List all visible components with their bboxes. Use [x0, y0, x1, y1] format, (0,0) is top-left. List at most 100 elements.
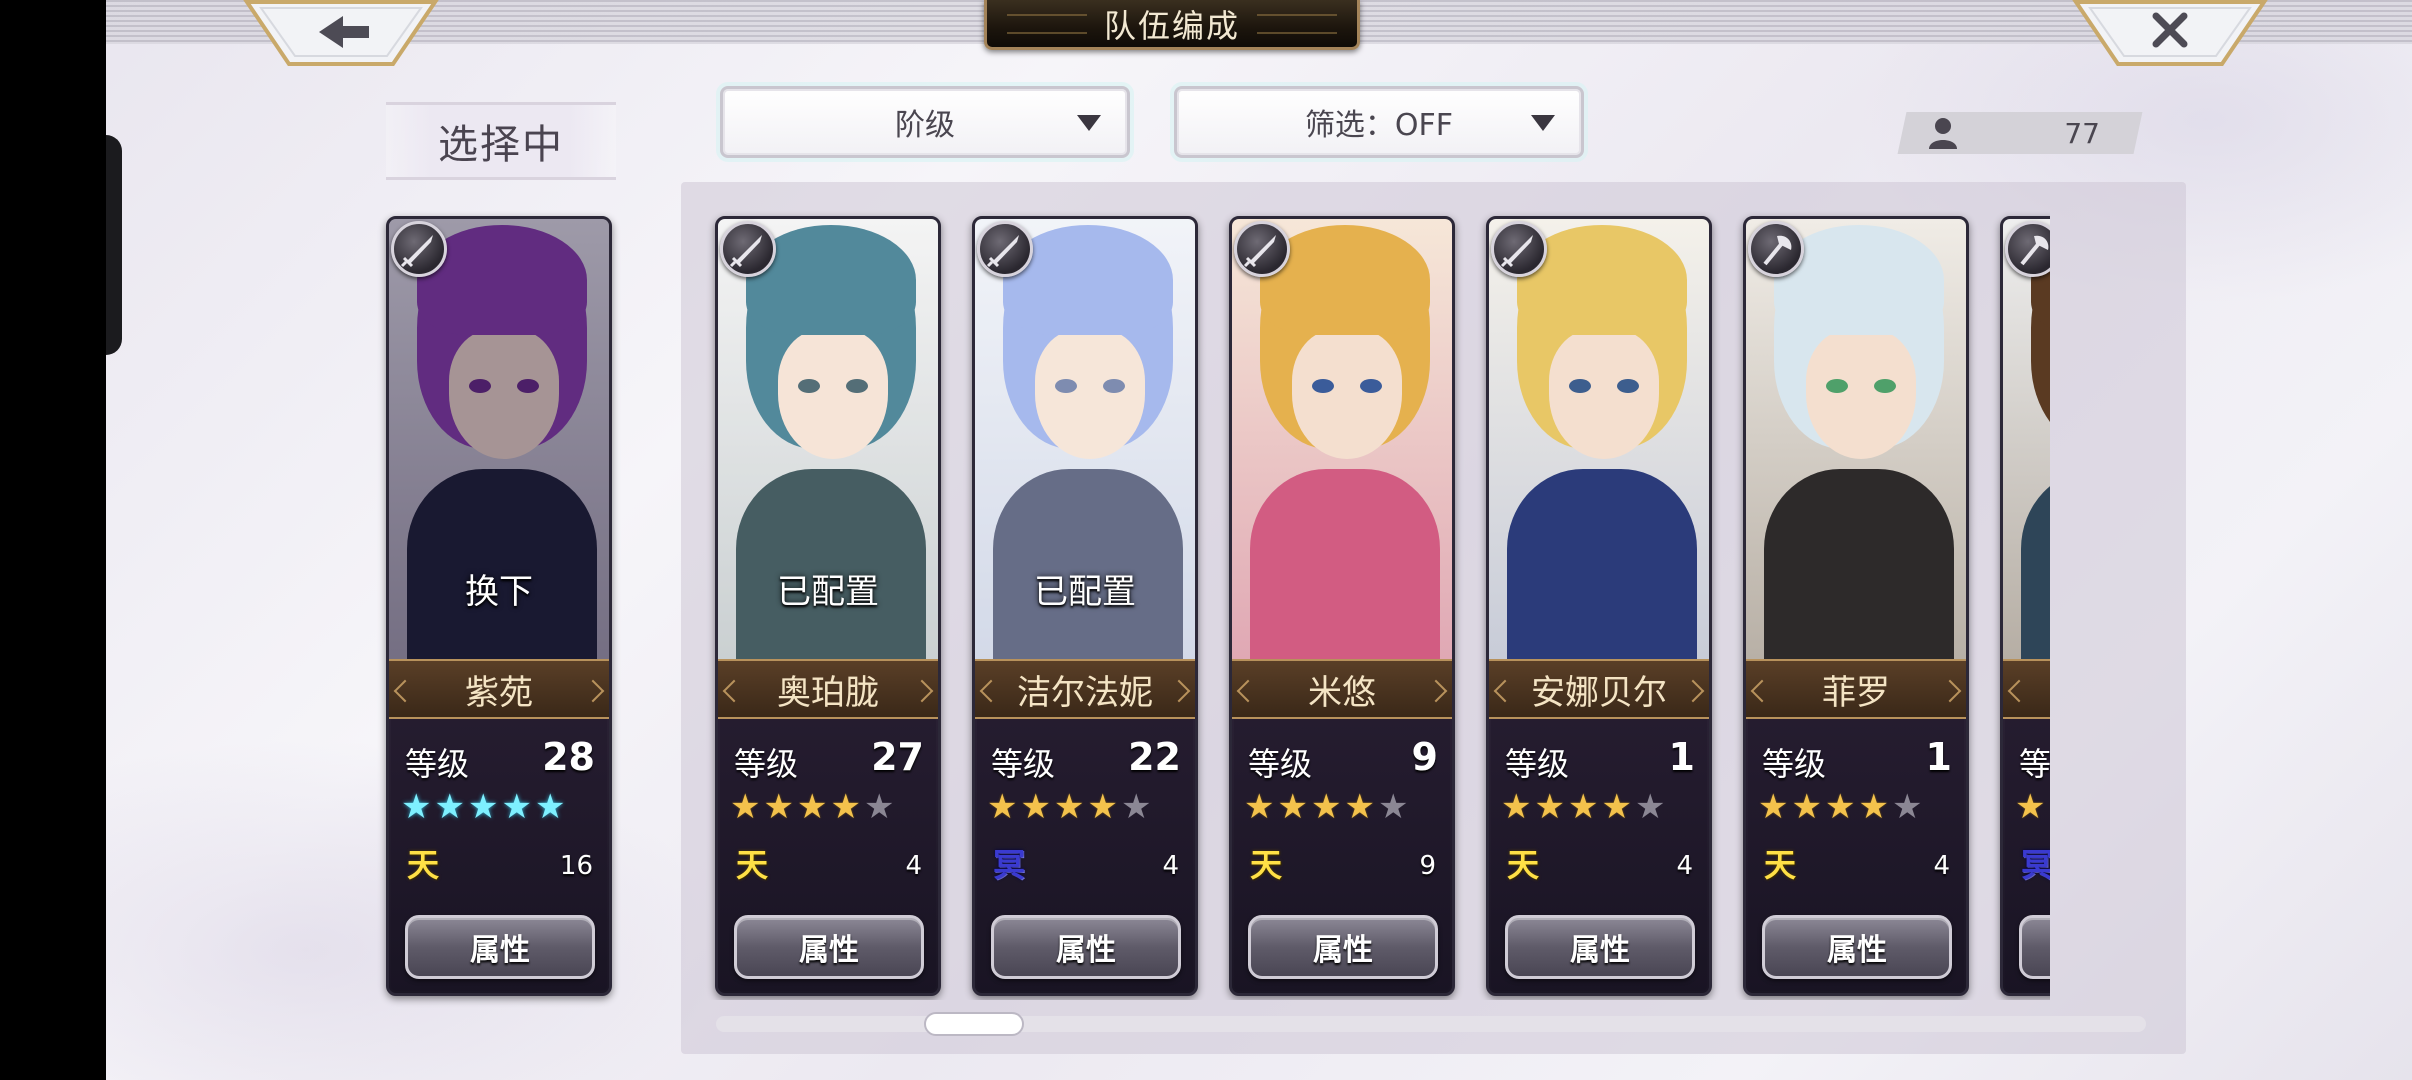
- star-icon: ★: [796, 787, 828, 827]
- level-label: 等级: [1505, 745, 1570, 783]
- star-icon: ★: [1601, 787, 1632, 827]
- character-name: 米悠: [1232, 659, 1452, 719]
- tier-badge: 天: [1249, 846, 1282, 884]
- star-icon: ★: [1310, 787, 1342, 827]
- title-plate: 队伍编成: [984, 0, 1360, 50]
- star-icon: ★: [1567, 787, 1599, 827]
- star-icon: ★: [1534, 787, 1565, 827]
- star-icon: ★: [1891, 787, 1923, 827]
- rarity-stars: ★★★★★: [987, 789, 1151, 825]
- attributes-button[interactable]: 属性: [991, 915, 1181, 979]
- selected-character-slot: 换下 紫苑 等级 28 ★ ★ ★ ★ ★ 天 16 属性: [386, 216, 616, 996]
- character-name: 紫苑: [389, 659, 609, 719]
- tier-count: 9: [1419, 851, 1436, 881]
- tier-count: 4: [905, 851, 922, 881]
- title-decoration: [1257, 14, 1337, 34]
- person-icon: [1929, 118, 1957, 149]
- character-stats: 等级 1 ★ ★ ★ ★ ★ 天 4 属性: [1489, 719, 1709, 993]
- character-portrait: [2003, 219, 2050, 669]
- star-icon: ★: [1020, 787, 1051, 827]
- star-icon: ★: [1824, 787, 1856, 827]
- tier-count: 4: [1162, 851, 1179, 881]
- character-portrait: [1489, 219, 1709, 669]
- filter-dropdown-label: 筛选：OFF: [1304, 108, 1454, 143]
- level-label: 等级: [991, 745, 1056, 783]
- star-icon: ★: [467, 787, 499, 827]
- star-icon: ★: [1758, 787, 1789, 827]
- star-icon: ★: [1791, 787, 1822, 827]
- star-icon: ★: [1501, 787, 1532, 827]
- character-card[interactable]: 安娜贝尔 等级 1 ★ ★ ★ ★ ★ 天 4 属性: [1486, 216, 1712, 996]
- attributes-button[interactable]: 属性: [1248, 915, 1438, 979]
- level-value: 9: [1411, 735, 1438, 779]
- level-value: 1: [1925, 735, 1952, 779]
- star-icon: ★: [1244, 787, 1275, 827]
- tier-count: 4: [1933, 851, 1950, 881]
- assigned-label: 已配置: [1034, 572, 1136, 612]
- character-stats: 等级 28 ★ ★ ★ ★ ★ 天 16 属性: [389, 719, 609, 993]
- character-card[interactable]: 米悠 等级 9 ★ ★ ★ ★ ★ 天 9 属性: [1229, 216, 1455, 996]
- character-stats: 等级 27 ★ ★ ★ ★ ★ 天 4 属性: [718, 719, 938, 993]
- back-button[interactable]: [243, 0, 439, 66]
- star-icon: ★: [730, 787, 761, 827]
- attributes-button[interactable]: 属性: [2019, 915, 2050, 979]
- sword-icon: [1234, 221, 1290, 277]
- star-icon: ★: [1277, 787, 1308, 827]
- level-value: 27: [871, 735, 924, 779]
- star-icon: ★: [1634, 787, 1666, 827]
- filter-dropdown[interactable]: 筛选：OFF: [1174, 86, 1584, 158]
- attributes-button[interactable]: 属性: [1505, 915, 1695, 979]
- chevron-down-icon: [1077, 115, 1101, 131]
- star-icon: ★: [1120, 787, 1152, 827]
- scrollbar-thumb[interactable]: [924, 1012, 1024, 1036]
- sword-icon: [720, 221, 776, 277]
- character-count: 77: [2064, 117, 2100, 150]
- star-icon: ★: [763, 787, 794, 827]
- star-icon: ★: [401, 787, 432, 827]
- character-name: 贝尼迪: [2003, 659, 2050, 719]
- star-icon: ★: [2015, 787, 2046, 827]
- title-decoration: [1007, 14, 1087, 34]
- star-icon: ★: [434, 787, 465, 827]
- selecting-label: 选择中: [386, 102, 616, 180]
- tier-badge: 冥: [992, 846, 1025, 884]
- rarity-stars: ★★★★★: [2015, 789, 2050, 825]
- character-portrait: [1232, 219, 1452, 669]
- sort-dropdown-label: 阶级: [895, 108, 955, 143]
- character-card-list: 已配置 奥珀胧 等级 27 ★ ★ ★ ★ ★ 天 4 属性 已配置 洁尔法妮 等级 22 ★ ★ ★ ★ ★ 冥 4 属性米…: [600, 210, 2050, 1000]
- swap-out-label: 换下: [465, 572, 533, 612]
- character-portrait: [1746, 219, 1966, 669]
- close-button[interactable]: [2072, 0, 2268, 66]
- star-icon: ★: [987, 787, 1018, 827]
- page-title: 队伍编成: [1103, 6, 1240, 45]
- character-name: 洁尔法妮: [975, 659, 1195, 719]
- star-icon: ★: [1087, 787, 1118, 827]
- star-icon: ★: [1858, 787, 1889, 827]
- attributes-button[interactable]: 属性: [405, 915, 595, 979]
- rarity-stars: ★★★★★: [1501, 789, 1665, 825]
- character-stats: 等级 1 ★ ★ ★ ★ ★ 天 4 属性: [1746, 719, 1966, 993]
- character-card[interactable]: 已配置 奥珀胧 等级 27 ★ ★ ★ ★ ★ 天 4 属性: [715, 216, 941, 996]
- attributes-button[interactable]: 属性: [1762, 915, 1952, 979]
- level-value: 28: [542, 735, 595, 779]
- character-card[interactable]: 菲罗 等级 1 ★ ★ ★ ★ ★ 天 4 属性: [1743, 216, 1969, 996]
- level-label: 等级: [734, 745, 799, 783]
- tier-badge: 天: [735, 846, 768, 884]
- attributes-button[interactable]: 属性: [734, 915, 924, 979]
- star-icon: ★: [2048, 789, 2050, 825]
- rarity-stars: ★★★★★: [730, 789, 894, 825]
- selected-character-card[interactable]: 换下 紫苑 等级 28 ★ ★ ★ ★ ★ 天 16 属性: [386, 216, 612, 996]
- character-stats: 等级 ★★★★★ 冥属性: [2003, 719, 2050, 993]
- level-label: 等级: [1248, 745, 1313, 783]
- character-card[interactable]: 已配置 洁尔法妮 等级 22 ★ ★ ★ ★ ★ 冥 4 属性: [972, 216, 1198, 996]
- star-icon: ★: [501, 787, 532, 827]
- tier-count: 4: [1676, 851, 1693, 881]
- character-card[interactable]: 贝尼迪等级 ★★★★★ 冥属性: [2000, 216, 2050, 996]
- sort-dropdown[interactable]: 阶级: [720, 86, 1130, 158]
- tier-badge: 天: [406, 846, 439, 884]
- axe-icon: [1748, 221, 1804, 277]
- device-notch: [106, 135, 122, 355]
- character-stats: 等级 9 ★ ★ ★ ★ ★ 天 9 属性: [1232, 719, 1452, 993]
- rarity-stars: ★★★★★: [1758, 789, 1922, 825]
- tier-badge: 天: [1506, 846, 1539, 884]
